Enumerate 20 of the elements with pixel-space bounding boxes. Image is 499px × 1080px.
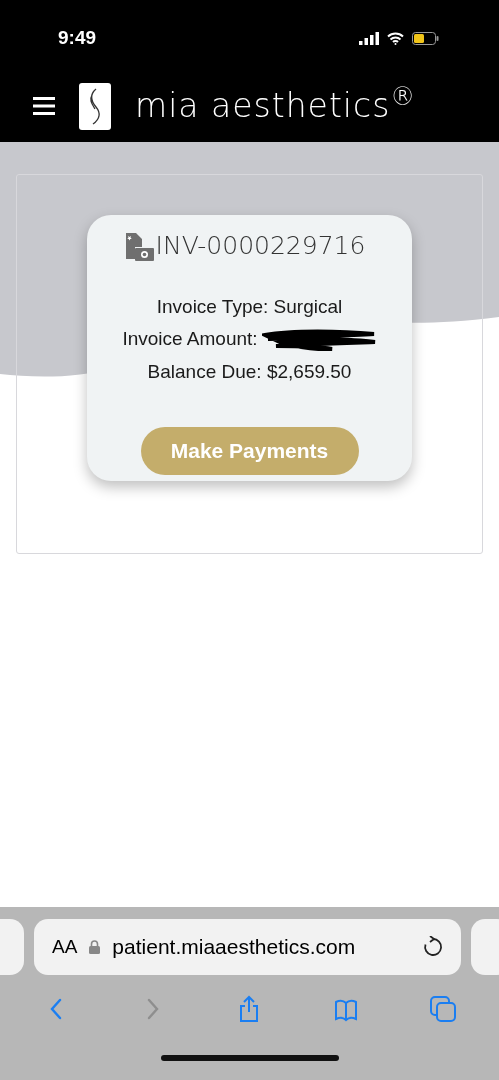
- lock-icon: [89, 940, 101, 954]
- address-bar[interactable]: AA patient.miaaesthetics.com: [34, 919, 461, 975]
- signal-icon: [359, 31, 379, 45]
- back-icon[interactable]: [49, 998, 64, 1020]
- tabs-icon[interactable]: [429, 996, 456, 1022]
- text-size-button[interactable]: AA: [52, 932, 78, 962]
- invoice-detail: Invoice Amount:: [122, 327, 258, 351]
- wifi-icon: [387, 31, 404, 45]
- battery-icon: [412, 31, 439, 45]
- invoice-icon: [125, 230, 154, 261]
- tab-pill[interactable]: [471, 919, 499, 975]
- invoice-detail: Invoice Type: Surgical: [156, 294, 343, 319]
- logo-icon: [79, 82, 111, 130]
- status-time: 9:49: [58, 25, 97, 50]
- brand-name: mia aesthetics$^{®}$: [135, 81, 417, 128]
- invoice-detail: Balance Due: $2,659.50: [147, 359, 352, 384]
- reload-icon[interactable]: [423, 936, 443, 958]
- invoice-number: INV-0000229716: [155, 230, 366, 262]
- menu-icon[interactable]: [33, 97, 55, 115]
- url-text: patient.miaaesthetics.com: [112, 934, 357, 961]
